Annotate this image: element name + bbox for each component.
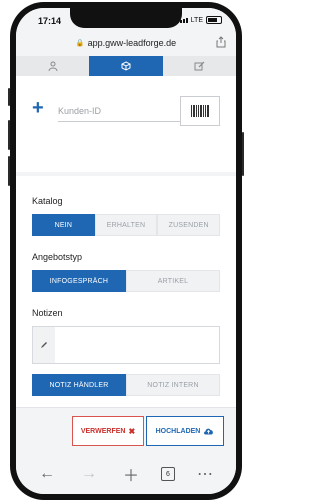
close-icon: ✖	[128, 426, 136, 436]
notizen-label: Notizen	[32, 308, 63, 318]
notes-field[interactable]	[32, 326, 220, 364]
battery-icon	[206, 16, 222, 24]
status-icons: LTE	[176, 16, 222, 24]
upload-button[interactable]: HOCHLADEN	[146, 416, 224, 446]
cloud-upload-icon	[204, 428, 214, 435]
url-bar[interactable]: 🔒 app.gww-leadforge.de	[16, 34, 236, 52]
phone-frame: 17:14 LTE 🔒 app.gww-leadforge.de + Kunde…	[8, 2, 244, 500]
tab-count-button[interactable]: 6	[161, 467, 175, 481]
discard-label: VERWERFEN	[80, 427, 126, 435]
section-divider	[16, 172, 236, 176]
main-content: + Kunden-ID Katalog NEIN ERHALTEN ZUSEND…	[16, 76, 236, 424]
katalog-option-erhalten[interactable]: ERHALTEN	[94, 214, 158, 236]
angebotstyp-option-infogespraech[interactable]: INFOGESPRÄCH	[32, 270, 126, 292]
discard-button[interactable]: VERWERFEN ✖	[72, 416, 144, 446]
notizen-selector: NOTIZ HÄNDLER NOTIZ INTERN	[32, 374, 220, 396]
barcode-icon	[191, 105, 209, 117]
upload-label: HOCHLADEN	[155, 427, 201, 435]
status-bar: 17:14 LTE	[16, 8, 236, 34]
new-tab-plus-icon[interactable]: ＋	[119, 462, 143, 486]
angebotstyp-option-artikel[interactable]: ARTIKEL	[126, 270, 220, 292]
customer-id-input[interactable]: Kunden-ID	[58, 106, 188, 122]
more-menu-icon[interactable]: ⋯	[193, 464, 217, 484]
notiz-intern-tab[interactable]: NOTIZ INTERN	[126, 374, 220, 396]
katalog-label: Katalog	[32, 196, 63, 206]
share-icon[interactable]	[216, 36, 226, 48]
tab-products[interactable]	[89, 56, 163, 76]
cube-icon	[121, 61, 131, 71]
tab-edit[interactable]	[163, 56, 236, 76]
network-label: LTE	[190, 16, 203, 24]
angebotstyp-selector: INFOGESPRÄCH ARTIKEL	[32, 270, 220, 292]
tab-person[interactable]	[16, 56, 89, 76]
user-icon	[48, 61, 58, 71]
browser-toolbar: ← → ＋ 6 ⋯	[16, 454, 236, 494]
katalog-option-nein[interactable]: NEIN	[32, 214, 95, 236]
action-bar: VERWERFEN ✖ HOCHLADEN	[16, 407, 236, 454]
katalog-option-zusenden[interactable]: ZUSENDEN	[157, 214, 221, 236]
power-button	[242, 132, 244, 176]
notch	[70, 8, 182, 28]
add-customer-button[interactable]: +	[32, 98, 44, 118]
section-tabs	[16, 56, 236, 76]
pencil-icon	[33, 327, 55, 363]
katalog-selector: NEIN ERHALTEN ZUSENDEN	[32, 214, 221, 236]
barcode-scan-button[interactable]	[180, 96, 220, 126]
back-arrow-icon[interactable]: ←	[35, 465, 59, 483]
notes-textarea[interactable]	[55, 327, 219, 363]
signal-icon	[176, 17, 188, 23]
notiz-haendler-tab[interactable]: NOTIZ HÄNDLER	[32, 374, 126, 396]
customer-id-row: + Kunden-ID	[32, 94, 220, 138]
volume-down-button	[8, 156, 10, 186]
edit-icon	[194, 61, 205, 71]
status-time: 17:14	[38, 16, 62, 26]
phone-screen: 17:14 LTE 🔒 app.gww-leadforge.de + Kunde…	[16, 8, 236, 494]
lock-icon: 🔒	[75, 40, 85, 47]
volume-up-button	[8, 120, 10, 150]
mute-switch	[8, 88, 10, 106]
angebotstyp-label: Angebotstyp	[32, 252, 83, 262]
url-text: app.gww-leadforge.de	[87, 38, 177, 48]
forward-arrow-icon[interactable]: →	[77, 465, 101, 483]
